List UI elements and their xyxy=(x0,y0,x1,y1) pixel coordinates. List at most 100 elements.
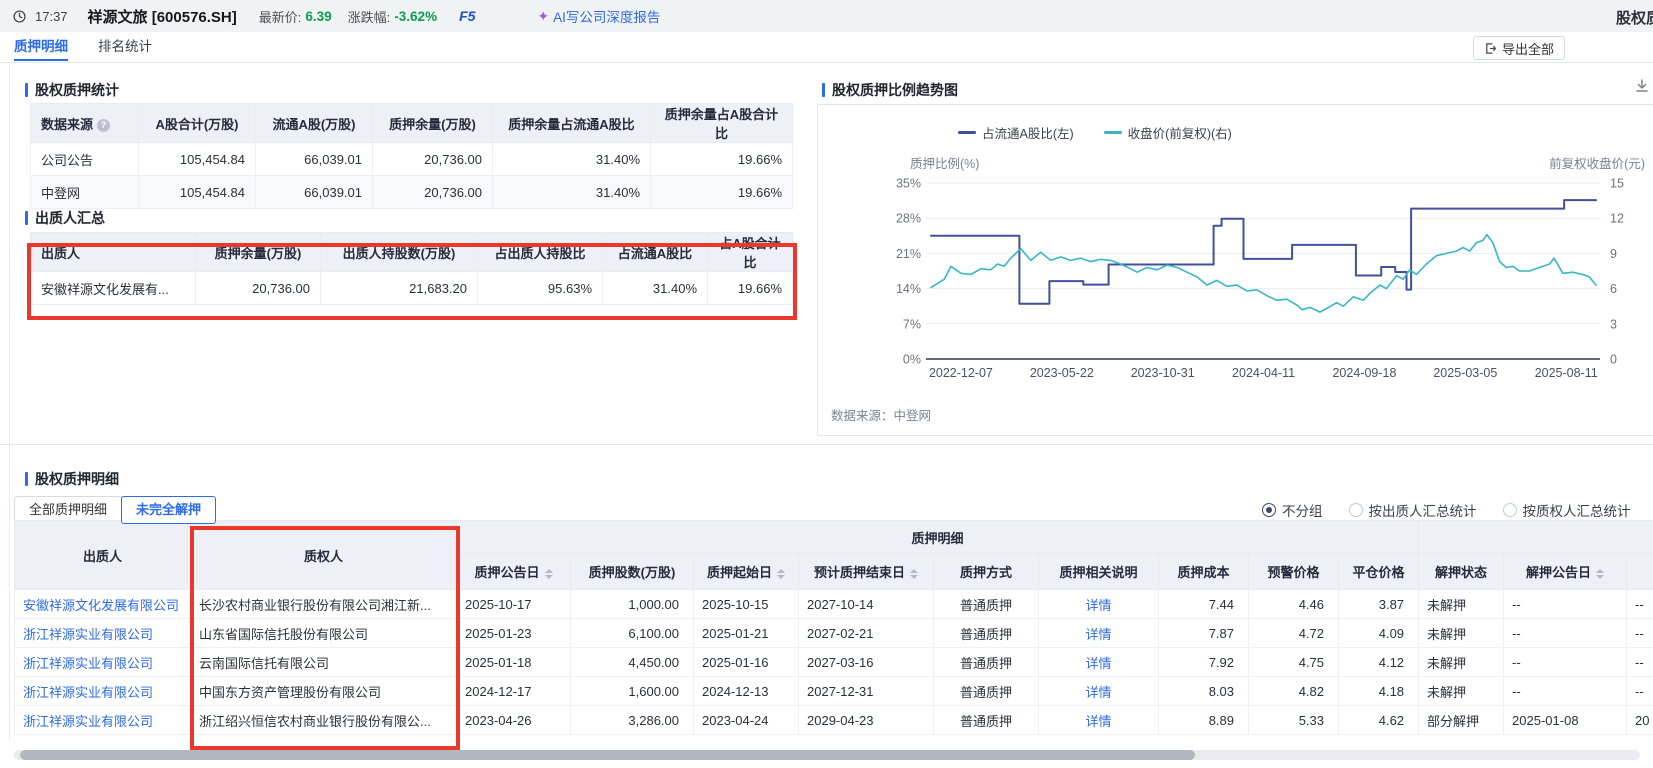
table-cell: 2025-10-17 xyxy=(457,590,571,619)
pledgor-link[interactable]: 安徽祥源文化发展有限公司 xyxy=(15,590,191,619)
radio-option[interactable]: 按质权人汇总统计 xyxy=(1503,500,1631,520)
pledgee-name: 长沙农村商业银行股份有限公司湘江新... xyxy=(191,590,457,619)
table-cell: 2025-01-08 xyxy=(1504,706,1627,735)
column-header: 质押余量占A股合计比 xyxy=(651,104,793,143)
sort-arrows-icon[interactable] xyxy=(545,569,553,579)
horizontal-scrollbar[interactable] xyxy=(14,750,1640,760)
details-link[interactable]: 详情 xyxy=(1039,619,1159,648)
ai-report-link[interactable]: ✦ AI写公司深度报告 xyxy=(537,6,660,26)
column-header: 质押股数(万股) xyxy=(571,554,694,590)
table-row: 中登网105,454.8466,039.0120,736.0031.40%19.… xyxy=(31,176,793,209)
radio-label: 按质权人汇总统计 xyxy=(1523,500,1631,520)
table-cell: 20,736.00 xyxy=(373,143,493,176)
trend-chart-title: 股权质押比例趋势图 xyxy=(822,80,958,100)
column-header: A股合计(万股) xyxy=(139,104,256,143)
column-header: 占流通A股比 xyxy=(603,233,708,272)
table-cell: -- xyxy=(1627,677,1653,706)
table-cell: 4.72 xyxy=(1249,619,1339,648)
column-header[interactable]: 解押公告日 xyxy=(1504,554,1627,590)
export-button[interactable]: 导出全部 xyxy=(1473,36,1565,60)
scrollbar-thumb[interactable] xyxy=(20,750,1195,760)
table-cell: 7.44 xyxy=(1159,590,1249,619)
table-cell: 8.89 xyxy=(1159,706,1249,735)
table-cell: 20,736.00 xyxy=(373,176,493,209)
table-cell: 31.40% xyxy=(603,272,708,305)
left-axis-tick: 28% xyxy=(896,212,921,226)
info-icon[interactable]: ? xyxy=(97,119,110,132)
table-cell: 4.62 xyxy=(1339,706,1419,735)
table-cell: -- xyxy=(1504,648,1627,677)
table-cell: 2025-01-21 xyxy=(694,619,799,648)
table-cell: 2024-12-13 xyxy=(694,677,799,706)
details-link[interactable]: 详情 xyxy=(1039,590,1159,619)
column-header[interactable]: 预计质押结束日 xyxy=(799,554,934,590)
table-cell: 2025-01-16 xyxy=(694,648,799,677)
table-cell: 66,039.01 xyxy=(256,143,373,176)
grouping-radios: 不分组 按出质人汇总统计 按质权人汇总统计 xyxy=(1262,500,1631,520)
price-value: 6.39 xyxy=(305,9,331,24)
table-cell: 3.87 xyxy=(1339,590,1419,619)
price-label: 最新价: xyxy=(259,7,302,26)
x-axis-tick: 2023-05-22 xyxy=(1030,366,1094,380)
table-cell: 2023-04-24 xyxy=(694,706,799,735)
tab-ranking[interactable]: 排名统计 xyxy=(98,32,152,61)
table-row: 安徽祥源文化发展有限公司长沙农村商业银行股份有限公司湘江新...2025-10-… xyxy=(15,590,1653,619)
table-cell: -- xyxy=(1504,619,1627,648)
details-link[interactable]: 详情 xyxy=(1039,648,1159,677)
table-cell: 1,000.00 xyxy=(571,590,694,619)
title-accent-bar xyxy=(822,83,825,97)
radio-dot-icon xyxy=(1503,503,1517,517)
close-price-line xyxy=(931,235,1596,313)
download-icon[interactable] xyxy=(1634,78,1650,94)
table-cell: 21,683.20 xyxy=(321,272,478,305)
pledgor-summary-table: 出质人质押余量(万股)出质人持股数(万股)占出质人持股比占流通A股比占A股合计比… xyxy=(30,232,793,305)
pledge-detail-table-wrap: 出质人质权人质押明细质押公告日质押股数(万股)质押起始日预计质押结束日质押方式质… xyxy=(14,520,1653,735)
tab-pledge-detail[interactable]: 质押明细 xyxy=(14,32,68,61)
pledge-stats-title: 股权质押统计 xyxy=(25,80,119,100)
pledge-stats-table: 数据来源?A股合计(万股)流通A股(万股)质押余量(万股)质押余量占流通A股比质… xyxy=(30,103,793,209)
table-cell: 普通质押 xyxy=(934,706,1039,735)
pledgor-link[interactable]: 浙江祥源实业有限公司 xyxy=(15,677,191,706)
table-cell: 20 xyxy=(1627,706,1653,735)
details-link[interactable]: 详情 xyxy=(1039,677,1159,706)
radio-option[interactable]: 按出质人汇总统计 xyxy=(1349,500,1477,520)
column-header: 质押余量占流通A股比 xyxy=(493,104,651,143)
radio-label: 按出质人汇总统计 xyxy=(1369,500,1477,520)
table-cell: 2024-12-17 xyxy=(457,677,571,706)
right-axis-tick: 6 xyxy=(1610,282,1617,296)
table-cell: 4.82 xyxy=(1249,677,1339,706)
pledgee-name: 山东省国际信托股份有限公司 xyxy=(191,619,457,648)
pledgor-link[interactable]: 浙江祥源实业有限公司 xyxy=(15,706,191,735)
details-link[interactable]: 详情 xyxy=(1039,706,1159,735)
column-header: 质押余量(万股) xyxy=(373,104,493,143)
column-header[interactable]: 质押公告日 xyxy=(457,554,571,590)
right-axis-tick: 9 xyxy=(1610,247,1617,261)
table-cell: 31.40% xyxy=(493,143,651,176)
title-accent-bar xyxy=(25,83,28,97)
radio-selected[interactable]: 不分组 xyxy=(1262,500,1323,520)
table-cell: 5.33 xyxy=(1249,706,1339,735)
pledgor-link[interactable]: 浙江祥源实业有限公司 xyxy=(15,619,191,648)
pledgee-name: 中国东方资产管理股份有限公司 xyxy=(191,677,457,706)
trend-chart-title-text: 股权质押比例趋势图 xyxy=(832,80,958,100)
column-header: 质押相关说明 xyxy=(1039,554,1159,590)
sort-arrows-icon[interactable] xyxy=(1596,569,1604,579)
sort-arrows-icon[interactable] xyxy=(910,569,918,579)
button-not-fully-released[interactable]: 未完全解押 xyxy=(121,496,216,524)
sort-arrows-icon[interactable] xyxy=(777,569,785,579)
x-axis-tick: 2024-04-11 xyxy=(1232,366,1295,380)
chart-data-source: 数据来源：中登网 xyxy=(831,405,931,424)
column-header[interactable]: 质押起始日 xyxy=(694,554,799,590)
pledgee-name: 浙江绍兴恒信农村商业银行股份有限公... xyxy=(191,706,457,735)
table-cell: 2027-02-21 xyxy=(799,619,934,648)
table-cell: -- xyxy=(1504,590,1627,619)
column-header: 平仓价格 xyxy=(1339,554,1419,590)
pledgor-link[interactable]: 浙江祥源实业有限公司 xyxy=(15,648,191,677)
table-cell: 2025-01-18 xyxy=(457,648,571,677)
table-cell: 未解押 xyxy=(1419,590,1504,619)
table-cell: 4.09 xyxy=(1339,619,1419,648)
radio-dot-icon xyxy=(1262,503,1276,517)
table-cell: 2023-04-26 xyxy=(457,706,571,735)
table-cell: 4.12 xyxy=(1339,648,1419,677)
clock-icon xyxy=(12,9,27,24)
